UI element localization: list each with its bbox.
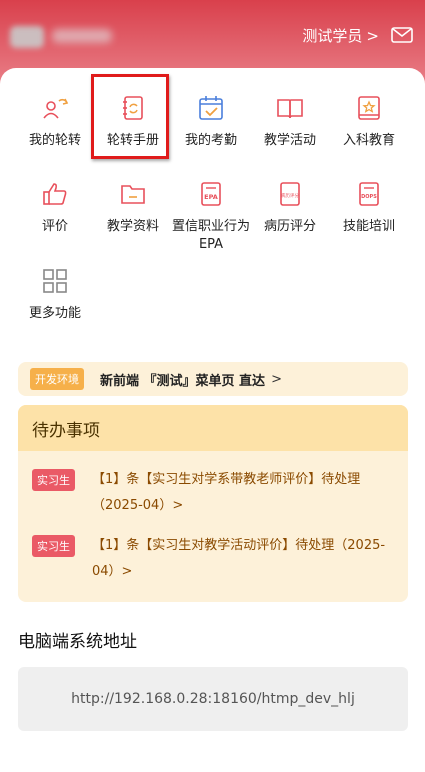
username-blurred [52, 29, 112, 43]
epa-icon: EPA [201, 182, 221, 206]
fn-my-rotation[interactable]: 我的轮转 [15, 94, 95, 150]
fn-more[interactable]: 更多功能 [15, 267, 95, 323]
book-open-icon [277, 99, 303, 119]
star-book-icon [358, 96, 380, 120]
epa-icon-text: EPA [204, 193, 218, 201]
avatar[interactable] [10, 26, 44, 48]
fn-label: 教学资料 [106, 219, 159, 234]
todo-text: 【1】条【实习生对学系带教老师评价】待处理（2025-04）> [92, 472, 361, 513]
user-role-link[interactable]: 测试学员 > [302, 25, 379, 46]
fn-teaching-materials[interactable]: 教学资料 [93, 180, 173, 236]
fn-epa[interactable]: EPA 置信职业行为EPA [171, 180, 251, 254]
fn-label: 评价 [41, 219, 68, 234]
fn-teaching-activity[interactable]: 教学活动 [250, 94, 330, 150]
dev-banner-text: 新前端 『测试』菜单页 直达 [100, 373, 266, 389]
todo-item[interactable]: 实习生 【1】条【实习生对教学活动评价】待处理（2025-04）> [32, 533, 398, 585]
dops-icon-text: DOPS [361, 194, 377, 200]
dev-env-badge: 开发环境 [30, 368, 84, 390]
fn-label: 我的轮转 [28, 133, 81, 148]
chevron-right-icon: > [271, 371, 282, 387]
fn-skill-training[interactable]: DOPS 技能培训 [329, 180, 409, 236]
todo-item[interactable]: 实习生 【1】条【实习生对学系带教老师评价】待处理（2025-04）> [32, 467, 398, 519]
fn-label: 我的考勤 [184, 133, 237, 148]
record-score-icon: 病历评分 [280, 182, 300, 206]
todo-title: 待办事项 [18, 405, 408, 451]
todo-tag: 实习生 [32, 535, 75, 557]
folder-icon [121, 185, 145, 204]
record-icon-text: 病历评分 [281, 192, 299, 199]
grid-more-icon [43, 269, 67, 293]
fn-label: 教学活动 [263, 133, 316, 148]
fn-label: 入科教育 [342, 133, 395, 148]
fn-entry-education[interactable]: 入科教育 [329, 94, 409, 150]
dops-icon: DOPS [359, 182, 379, 206]
calendar-check-icon [199, 96, 223, 120]
thumbs-up-icon [43, 183, 67, 205]
pc-address-url[interactable]: http://192.168.0.28:18160/htmp_dev_hlj [18, 667, 408, 731]
dev-banner[interactable]: 开发环境 新前端 『测试』菜单页 直达 > [18, 362, 408, 396]
pc-address-title: 电脑端系统地址 [18, 632, 137, 652]
fn-label: 病历评分 [263, 219, 316, 234]
fn-label: 更多功能 [28, 306, 81, 321]
fn-evaluation[interactable]: 评价 [15, 180, 95, 236]
chevron-right-icon: > [366, 26, 379, 45]
fn-record-score[interactable]: 病历评分 病历评分 [250, 180, 330, 236]
todo-tag: 实习生 [32, 469, 75, 491]
highlight-box [91, 74, 169, 159]
rotation-icon [43, 98, 69, 119]
fn-label: 置信职业行为EPA [171, 219, 250, 252]
mail-icon[interactable] [391, 26, 413, 44]
fn-label: 技能培训 [342, 219, 395, 234]
todo-text: 【1】条【实习生对教学活动评价】待处理（2025-04）> [92, 538, 386, 579]
todo-panel: 待办事项 实习生 【1】条【实习生对学系带教老师评价】待处理（2025-04）>… [18, 405, 408, 602]
fn-my-attendance[interactable]: 我的考勤 [171, 94, 251, 150]
user-role-label: 测试学员 [302, 27, 363, 45]
